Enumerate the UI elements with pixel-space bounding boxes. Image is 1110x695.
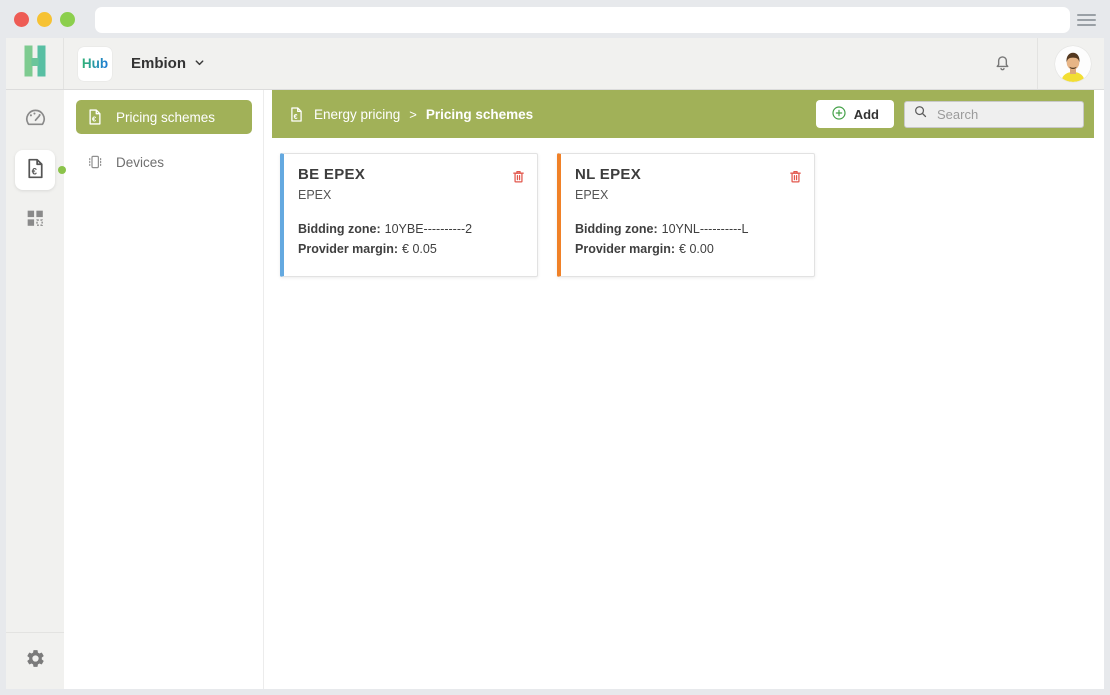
breadcrumb: € Energy pricing > Pricing schemes bbox=[288, 106, 533, 123]
app-root: Hub Embion bbox=[6, 38, 1104, 689]
card-title: BE EPEX bbox=[298, 166, 523, 183]
hamburger-icon[interactable] bbox=[1077, 14, 1096, 29]
trash-icon bbox=[788, 168, 803, 188]
field-label: Bidding zone: bbox=[575, 222, 658, 236]
card-title: NL EPEX bbox=[575, 166, 800, 183]
delete-scheme-button[interactable] bbox=[786, 166, 805, 190]
pricing-scheme-cards: BE EPEX EPEX bbox=[264, 138, 1104, 292]
header-right bbox=[992, 38, 1104, 89]
breadcrumb-pricing-schemes: Pricing schemes bbox=[426, 107, 533, 122]
sidebar-item-label: Devices bbox=[116, 155, 164, 170]
toolbar-right: Add bbox=[816, 100, 1084, 128]
delete-scheme-button[interactable] bbox=[509, 166, 528, 190]
search-input[interactable] bbox=[935, 106, 1075, 123]
sidebar-item-devices[interactable]: Devices bbox=[76, 145, 252, 179]
url-bar[interactable] bbox=[95, 7, 1070, 33]
gear-icon bbox=[25, 648, 46, 672]
bidding-zone-field: Bidding zone: 10YNL----------L bbox=[575, 219, 800, 239]
app-body: € bbox=[6, 90, 1104, 689]
header-main: Hub Embion bbox=[64, 38, 1104, 89]
bidding-zone-field: Bidding zone: 10YBE----------2 bbox=[298, 219, 523, 239]
app-header: Hub Embion bbox=[6, 38, 1104, 90]
field-value: 10YBE----------2 bbox=[385, 222, 473, 236]
sidebar-item-label: Pricing schemes bbox=[116, 110, 215, 125]
card-fields: Bidding zone: 10YNL----------L Provider m… bbox=[575, 219, 800, 259]
card-subtitle: EPEX bbox=[575, 188, 800, 202]
add-button-label: Add bbox=[854, 107, 879, 122]
notifications-button[interactable] bbox=[992, 52, 1013, 76]
field-value: € 0.00 bbox=[679, 242, 714, 256]
product-badge-label: Hub bbox=[82, 56, 108, 71]
svg-text:€: € bbox=[92, 115, 97, 124]
breadcrumb-separator: > bbox=[409, 107, 417, 122]
user-avatar[interactable] bbox=[1055, 46, 1091, 82]
card-fields: Bidding zone: 10YBE----------2 Provider m… bbox=[298, 219, 523, 259]
document-euro-icon: € bbox=[24, 157, 47, 183]
active-indicator-dot bbox=[58, 166, 66, 174]
nav-pricing[interactable]: € bbox=[15, 150, 55, 190]
nav-dashboard[interactable] bbox=[23, 105, 48, 133]
provider-margin-field: Provider margin: € 0.00 bbox=[575, 239, 800, 259]
field-value: 10YNL----------L bbox=[662, 222, 749, 236]
field-value: € 0.05 bbox=[402, 242, 437, 256]
field-label: Provider margin: bbox=[298, 242, 398, 256]
card-subtitle: EPEX bbox=[298, 188, 523, 202]
browser-titlebar bbox=[0, 0, 1110, 38]
app-logo[interactable] bbox=[6, 38, 64, 89]
pricing-scheme-card[interactable]: BE EPEX EPEX bbox=[280, 153, 538, 277]
svg-text:€: € bbox=[294, 112, 298, 120]
bell-icon bbox=[992, 52, 1013, 76]
device-icon bbox=[86, 153, 104, 171]
nav-rail: € bbox=[6, 90, 64, 689]
search-icon bbox=[913, 104, 928, 124]
sidebar-item-pricing-schemes[interactable]: € Pricing schemes bbox=[76, 100, 252, 134]
settings-button[interactable] bbox=[25, 648, 46, 672]
trash-icon bbox=[511, 168, 526, 188]
add-button[interactable]: Add bbox=[816, 100, 894, 128]
traffic-lights bbox=[14, 12, 75, 27]
nav-modules[interactable] bbox=[24, 207, 46, 232]
document-euro-icon: € bbox=[288, 106, 305, 123]
toolbar: € Energy pricing > Pricing schemes Add bbox=[272, 90, 1094, 138]
gauge-icon bbox=[23, 105, 48, 133]
product-badge: Hub bbox=[78, 47, 112, 81]
minimize-window-button[interactable] bbox=[37, 12, 52, 27]
chevron-down-icon bbox=[194, 55, 205, 72]
browser-window: Hub Embion bbox=[0, 0, 1110, 695]
org-switcher[interactable]: Embion bbox=[125, 54, 211, 73]
svg-text:€: € bbox=[31, 166, 37, 177]
main-content: € Energy pricing > Pricing schemes Add bbox=[264, 90, 1104, 689]
plus-circle-icon bbox=[831, 105, 847, 124]
h-logo-icon bbox=[18, 44, 52, 83]
field-label: Bidding zone: bbox=[298, 222, 381, 236]
pricing-scheme-card[interactable]: NL EPEX EPEX bbox=[557, 153, 815, 277]
sidebar: € Pricing schemes Devices bbox=[64, 90, 264, 689]
rail-bottom bbox=[6, 632, 64, 689]
breadcrumb-energy-pricing[interactable]: Energy pricing bbox=[314, 107, 400, 122]
modules-grid-icon bbox=[24, 207, 46, 232]
close-window-button[interactable] bbox=[14, 12, 29, 27]
maximize-window-button[interactable] bbox=[60, 12, 75, 27]
field-label: Provider margin: bbox=[575, 242, 675, 256]
header-divider bbox=[1037, 38, 1038, 89]
org-name: Embion bbox=[131, 55, 186, 72]
provider-margin-field: Provider margin: € 0.05 bbox=[298, 239, 523, 259]
document-euro-icon: € bbox=[86, 108, 104, 126]
search-box bbox=[904, 101, 1084, 128]
